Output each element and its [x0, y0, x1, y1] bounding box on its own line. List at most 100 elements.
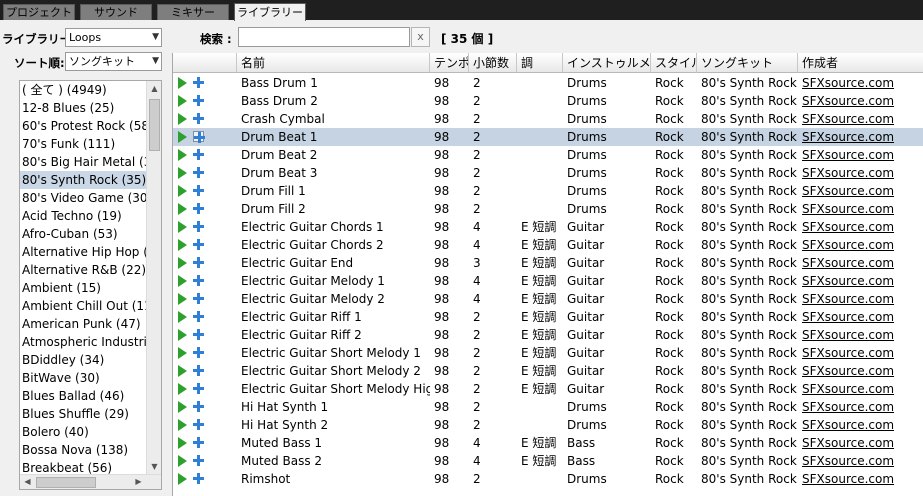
cell-author[interactable]: SFXsource.com	[798, 398, 923, 416]
add-icon[interactable]	[193, 311, 204, 322]
add-icon[interactable]	[193, 221, 204, 232]
play-icon[interactable]	[178, 257, 187, 269]
category-item[interactable]: 60's Protest Rock (58)	[20, 117, 147, 135]
table-row[interactable]: Electric Guitar Chords 2 98 4 E 短調 Guitar Roc…	[173, 236, 923, 254]
table-row[interactable]: Drum Fill 1 98 2 Drums Rock 80's Synth Rock SF…	[173, 182, 923, 200]
table-row[interactable]: Muted Bass 1 98 4 E 短調 Bass Rock 80's Synth Ro…	[173, 434, 923, 452]
category-item[interactable]: 70's Funk (111)	[20, 135, 147, 153]
search-input[interactable]	[238, 27, 410, 47]
play-icon[interactable]	[178, 113, 187, 125]
play-icon[interactable]	[178, 419, 187, 431]
cell-author[interactable]: SFXsource.com	[798, 92, 923, 110]
category-vertical-scrollbar[interactable]: ▲ ▼	[146, 81, 161, 475]
play-icon[interactable]	[178, 167, 187, 179]
category-item[interactable]: Breakbeat (56)	[20, 459, 147, 475]
category-item[interactable]: 80's Synth Rock (35)	[20, 171, 147, 189]
play-icon[interactable]	[178, 347, 187, 359]
category-item[interactable]: Ambient (15)	[20, 279, 147, 297]
header-songkit[interactable]: ソングキット	[697, 53, 798, 73]
category-horizontal-scrollbar[interactable]: ◀ ▶	[20, 474, 161, 489]
add-icon[interactable]	[193, 365, 204, 376]
category-item[interactable]: Atmospheric Industria	[20, 333, 147, 351]
add-icon[interactable]	[193, 455, 204, 466]
header-key[interactable]: 調	[517, 53, 563, 73]
cell-author[interactable]: SFXsource.com	[798, 146, 923, 164]
scroll-left-icon[interactable]: ◀	[20, 475, 35, 489]
play-icon[interactable]	[178, 185, 187, 197]
table-row[interactable]: Hi Hat Synth 2 98 2 Drums Rock 80's Synth Roc…	[173, 416, 923, 434]
add-icon[interactable]	[193, 95, 204, 106]
cell-author[interactable]: SFXsource.com	[798, 416, 923, 434]
category-list[interactable]: ( 全て ) (4949) 12-8 Blues (25) 60's Protest…	[19, 80, 162, 490]
category-item[interactable]: Blues Shuffle (29)	[20, 405, 147, 423]
scroll-down-icon[interactable]: ▼	[147, 459, 161, 475]
cell-author[interactable]: SFXsource.com	[798, 272, 923, 290]
table-row[interactable]: Electric Guitar Short Melody High 98 2 E 短調…	[173, 380, 923, 398]
category-item[interactable]: Bolero (40)	[20, 423, 147, 441]
header-instrument[interactable]: インストゥルメント	[563, 53, 651, 73]
add-icon[interactable]	[193, 239, 204, 250]
tab-sound[interactable]: サウンド	[80, 4, 152, 20]
add-icon[interactable]	[193, 401, 204, 412]
table-row[interactable]: Muted Bass 2 98 4 E 短調 Bass Rock 80's Synth Ro…	[173, 452, 923, 470]
category-item[interactable]: Alternative R&B (22)	[20, 261, 147, 279]
table-row[interactable]: Electric Guitar Riff 1 98 2 E 短調 Guitar Rock 8…	[173, 308, 923, 326]
table-row[interactable]: Drum Fill 2 98 2 Drums Rock 80's Synth Rock SF…	[173, 200, 923, 218]
play-icon[interactable]	[178, 455, 187, 467]
play-icon[interactable]	[178, 131, 187, 143]
cell-author[interactable]: SFXsource.com	[798, 326, 923, 344]
cell-author[interactable]: SFXsource.com	[798, 380, 923, 398]
play-icon[interactable]	[178, 221, 187, 233]
category-item[interactable]: Ambient Chill Out (11	[20, 297, 147, 315]
play-icon[interactable]	[178, 329, 187, 341]
scroll-up-icon[interactable]: ▲	[147, 81, 161, 97]
table-row[interactable]: Electric Guitar Short Melody 2 98 2 E 短調 Gui…	[173, 362, 923, 380]
tab-project[interactable]: プロジェクト	[3, 4, 75, 20]
add-icon[interactable]	[193, 257, 204, 268]
play-icon[interactable]	[178, 365, 187, 377]
add-icon[interactable]	[193, 167, 204, 178]
table-row[interactable]: Drum Beat 2 98 2 Drums Rock 80's Synth Rock SF…	[173, 146, 923, 164]
add-icon[interactable]	[193, 113, 204, 124]
add-icon[interactable]	[193, 203, 204, 214]
table-row[interactable]: Crash Cymbal 98 2 Drums Rock 80's Synth Rock S…	[173, 110, 923, 128]
add-icon[interactable]	[193, 473, 204, 484]
add-icon[interactable]	[193, 185, 204, 196]
cell-author[interactable]: SFXsource.com	[798, 470, 923, 488]
table-row[interactable]: Bass Drum 2 98 2 Drums Rock 80's Synth Rock SF…	[173, 92, 923, 110]
search-clear-button[interactable]: x	[411, 27, 430, 47]
add-icon[interactable]	[193, 131, 205, 143]
cell-author[interactable]: SFXsource.com	[798, 128, 923, 146]
category-item[interactable]: Afro-Cuban (53)	[20, 225, 147, 243]
play-icon[interactable]	[178, 149, 187, 161]
add-icon[interactable]	[193, 347, 204, 358]
header-measures[interactable]: 小節数	[469, 53, 517, 73]
table-row[interactable]: Drum Beat 1 98 2 Drums Rock 80's Synth Rock SF…	[173, 128, 923, 146]
add-icon[interactable]	[193, 77, 204, 88]
table-row[interactable]: Electric Guitar Short Melody 1 98 2 E 短調 Gui…	[173, 344, 923, 362]
play-icon[interactable]	[178, 203, 187, 215]
category-hscroll-thumb[interactable]	[36, 477, 96, 488]
play-icon[interactable]	[178, 311, 187, 323]
play-icon[interactable]	[178, 437, 187, 449]
cell-author[interactable]: SFXsource.com	[798, 344, 923, 362]
cell-author[interactable]: SFXsource.com	[798, 254, 923, 272]
header-name[interactable]: 名前	[237, 53, 430, 73]
table-row[interactable]: Bass Drum 1 98 2 Drums Rock 80's Synth Rock SF…	[173, 74, 923, 92]
table-row[interactable]: Hi Hat Synth 1 98 2 Drums Rock 80's Synth Roc…	[173, 398, 923, 416]
category-item[interactable]: BitWave (30)	[20, 369, 147, 387]
tab-library[interactable]: ライブラリー	[234, 3, 306, 21]
table-row[interactable]: Rimshot 98 2 Drums Rock 80's Synth Rock SFXsou…	[173, 470, 923, 488]
sort-select[interactable]: ソングキット ▼	[65, 52, 162, 71]
play-icon[interactable]	[178, 77, 187, 89]
category-item[interactable]: BDiddley (34)	[20, 351, 147, 369]
cell-author[interactable]: SFXsource.com	[798, 308, 923, 326]
tab-mixer[interactable]: ミキサー	[157, 4, 229, 20]
category-item[interactable]: 80's Big Hair Metal (3	[20, 153, 147, 171]
table-row[interactable]: Electric Guitar End 98 3 E 短調 Guitar Rock 80's…	[173, 254, 923, 272]
cell-author[interactable]: SFXsource.com	[798, 74, 923, 92]
play-icon[interactable]	[178, 275, 187, 287]
play-icon[interactable]	[178, 473, 187, 485]
category-item[interactable]: 12-8 Blues (25)	[20, 99, 147, 117]
play-icon[interactable]	[178, 95, 187, 107]
